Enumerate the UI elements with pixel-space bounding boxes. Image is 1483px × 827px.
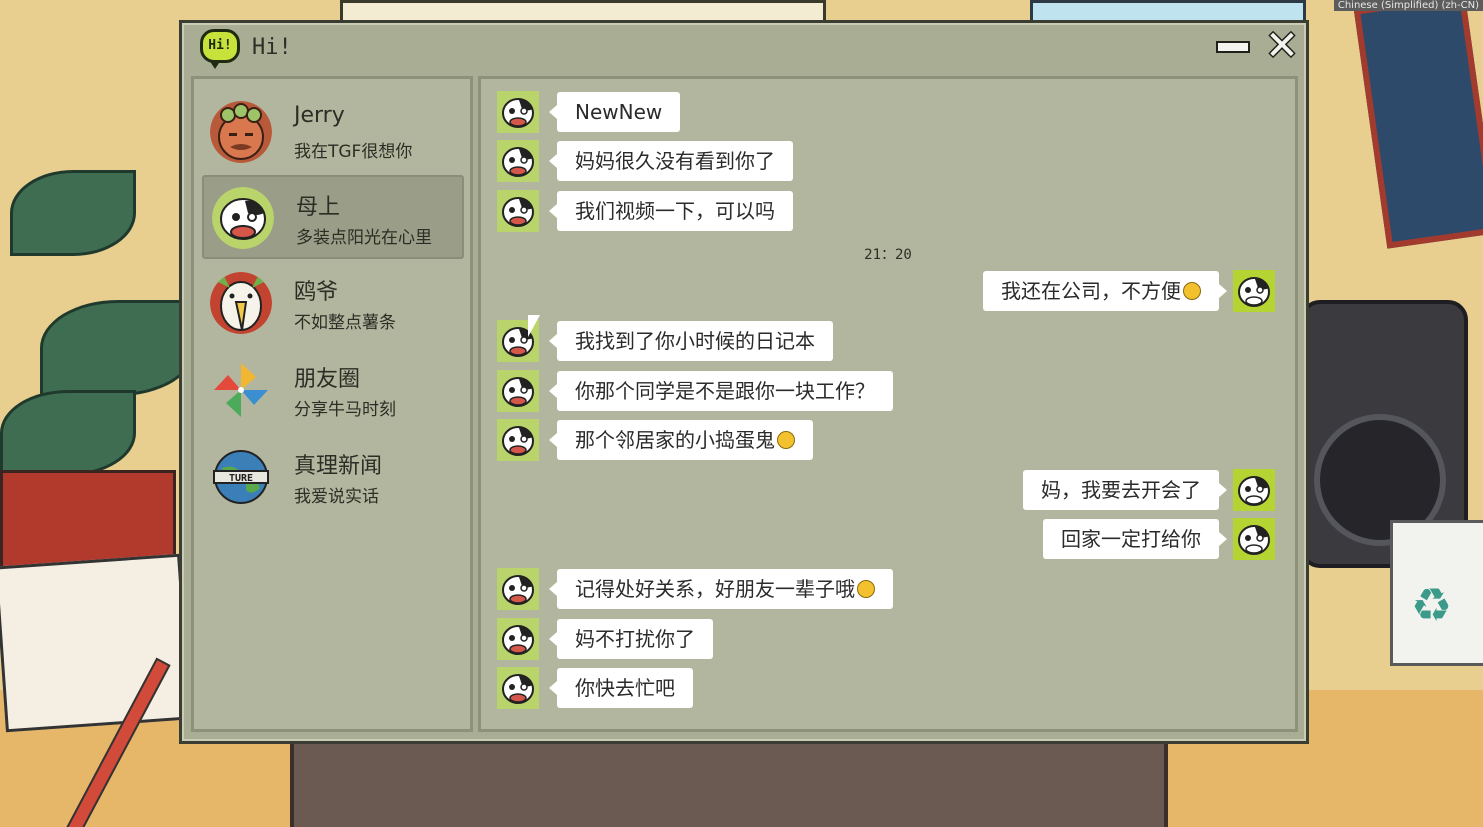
incoming-message: 我们视频一下，可以吗 <box>481 190 1295 232</box>
outgoing-message: 妈，我要去开会了 <box>481 469 1295 511</box>
incoming-message: 你快去忙吧 <box>481 667 1295 709</box>
plant-leaf <box>10 170 136 256</box>
recycle-icon: ♻ <box>1411 578 1453 632</box>
globe-news-icon: TURE <box>210 446 272 508</box>
cow-mother-avatar-icon[interactable] <box>497 91 539 133</box>
contact-name: 朋友圈 <box>294 367 361 392</box>
outgoing-message: 回家一定打给你 <box>481 518 1295 560</box>
minimize-button[interactable] <box>1216 41 1250 53</box>
message-text: 妈不打扰你了 <box>575 627 695 651</box>
cow-mother-avatar-icon[interactable] <box>497 667 539 709</box>
player-avatar-icon[interactable] <box>1233 518 1275 560</box>
outgoing-message: 我还在公司，不方便 <box>481 270 1295 312</box>
contact-name: 真理新闻 <box>294 454 383 479</box>
contact-seagull[interactable]: 鸥爷 不如整点薯条 <box>202 262 460 342</box>
contact-name: 鸥爷 <box>294 280 339 305</box>
cow-mother-avatar-icon[interactable] <box>497 618 539 660</box>
message-bubble: 我们视频一下，可以吗 <box>549 191 793 231</box>
contact-preview: 我爱说实话 <box>294 487 379 507</box>
cow-mother-avatar-icon[interactable] <box>497 419 539 461</box>
message-bubble: 我找到了你小时候的日记本 <box>549 321 833 361</box>
contact-name: 母上 <box>296 195 341 220</box>
window-title: Hi! <box>252 35 292 60</box>
cow-mother-avatar-icon <box>212 187 274 249</box>
message-bubble: 妈，我要去开会了 <box>1023 470 1227 510</box>
message-text: NewNew <box>575 100 663 124</box>
message-text: 你那个同学是不是跟你一块工作？ <box>575 379 875 403</box>
message-bubble: 回家一定打给你 <box>1043 519 1227 559</box>
player-avatar-icon[interactable] <box>1233 270 1275 312</box>
message-bubble: 妈不打扰你了 <box>549 619 713 659</box>
cow-mother-avatar-icon[interactable] <box>497 370 539 412</box>
message-bubble: 你快去忙吧 <box>549 668 693 708</box>
cow-mother-avatar-icon[interactable] <box>497 190 539 232</box>
notebook <box>290 735 1168 827</box>
emoji-icon <box>1183 281 1201 300</box>
incoming-message: 妈妈很久没有看到你了 <box>481 140 1295 182</box>
recycle-bin[interactable]: ♻ <box>1390 520 1483 666</box>
message-text: 妈妈很久没有看到你了 <box>575 149 775 173</box>
close-icon: ✕ <box>1265 23 1299 69</box>
message-text: 我找到了你小时候的日记本 <box>575 329 815 353</box>
incoming-message: 记得处好关系，好朋友一辈子哦 <box>481 568 1295 610</box>
player-avatar-icon[interactable] <box>1233 469 1275 511</box>
message-text: 我们视频一下，可以吗 <box>575 199 775 223</box>
language-badge: Chinese (Simplified) (zh-CN) <box>1333 0 1483 11</box>
message-text: 记得处好关系，好朋友一辈子哦 <box>575 577 855 601</box>
message-bubble: NewNew <box>548 92 681 132</box>
message-bubble: 那个邻居家的小捣蛋鬼 <box>549 420 813 460</box>
chat-app-window: Hi! Hi! ✕ Jerry 我在TGF很想你 母上 多装点阳光在心里 鸥爷 … <box>179 20 1309 744</box>
incoming-message: 妈不打扰你了 <box>481 618 1295 660</box>
contact-list: Jerry 我在TGF很想你 母上 多装点阳光在心里 鸥爷 不如整点薯条 朋友圈… <box>191 76 473 732</box>
incoming-message: 我找到了你小时候的日记本 <box>481 320 1295 362</box>
cow-mother-avatar-icon[interactable] <box>497 140 539 182</box>
contact-jerry[interactable]: Jerry 我在TGF很想你 <box>202 91 460 171</box>
incoming-message: NewNew <box>481 91 1295 133</box>
cow-mother-avatar-icon[interactable] <box>497 568 539 610</box>
plant-leaf <box>40 300 196 396</box>
contact-mother[interactable]: 母上 多装点阳光在心里 <box>202 175 464 259</box>
incoming-message: 那个邻居家的小捣蛋鬼 <box>481 419 1295 461</box>
message-bubble: 我还在公司，不方便 <box>983 271 1227 311</box>
message-text: 我还在公司，不方便 <box>1001 279 1181 303</box>
contact-preview: 多装点阳光在心里 <box>296 228 432 248</box>
message-bubble: 你那个同学是不是跟你一块工作？ <box>549 371 893 411</box>
message-text: 你快去忙吧 <box>575 676 675 700</box>
title-bar[interactable]: Hi! Hi! ✕ <box>182 23 1306 71</box>
incoming-message: 你那个同学是不是跟你一块工作？ <box>481 370 1295 412</box>
emoji-icon <box>777 430 795 449</box>
message-text: 回家一定打给你 <box>1061 527 1201 551</box>
message-text: 妈，我要去开会了 <box>1041 478 1201 502</box>
contact-preview: 不如整点薯条 <box>294 313 396 333</box>
message-timestamp: 21：20 <box>864 247 912 263</box>
jerry-avatar-icon <box>210 101 272 163</box>
hi-logo-icon: Hi! <box>200 29 240 69</box>
contact-news[interactable]: TURE 真理新闻 我爱说实话 <box>202 436 460 516</box>
plant-leaf <box>0 390 136 476</box>
close-button[interactable]: ✕ <box>1264 26 1300 66</box>
sketch-paper <box>0 553 192 733</box>
message-text: 那个邻居家的小捣蛋鬼 <box>575 428 775 452</box>
contact-preview: 分享牛马时刻 <box>294 400 396 420</box>
contact-moments[interactable]: 朋友圈 分享牛马时刻 <box>202 349 460 429</box>
contact-name: Jerry <box>294 103 345 128</box>
seagull-avatar-icon <box>210 272 272 334</box>
mouse-cursor <box>528 315 540 337</box>
message-bubble: 妈妈很久没有看到你了 <box>549 141 793 181</box>
chat-panel[interactable]: 21：20 NewNew 妈妈很久没有看到你了 我们视频一下，可以吗 我还在公司… <box>478 76 1298 732</box>
pinwheel-icon <box>210 359 272 421</box>
message-bubble: 记得处好关系，好朋友一辈子哦 <box>549 569 893 609</box>
contact-preview: 我在TGF很想你 <box>294 142 413 162</box>
emoji-icon <box>857 579 875 598</box>
svg-text:TURE: TURE <box>229 473 253 484</box>
